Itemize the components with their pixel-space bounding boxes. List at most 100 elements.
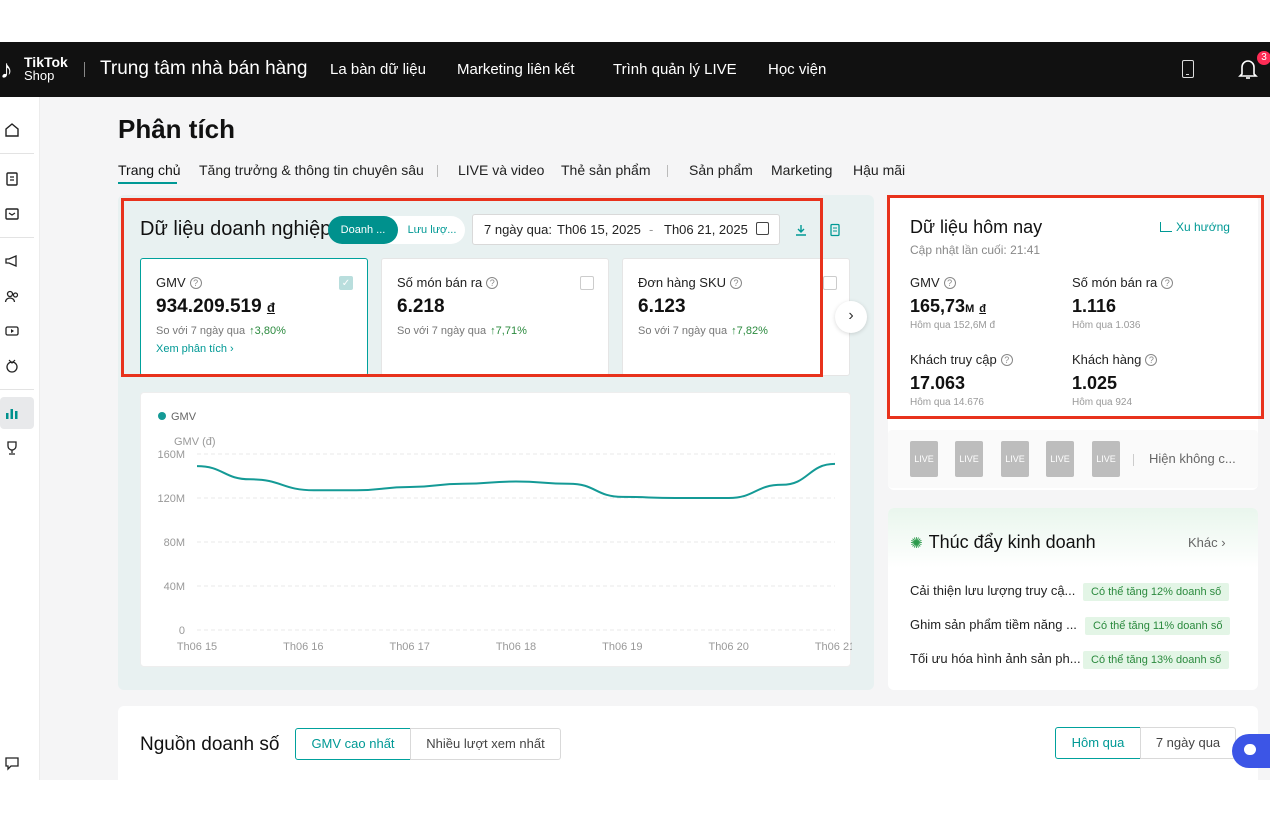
tab-after-sales[interactable]: Hậu mãi bbox=[853, 162, 905, 178]
y-tick-label: 120M bbox=[157, 493, 185, 505]
lightbulb-icon: ✺ bbox=[910, 535, 923, 552]
metric-checkbox-items-sold[interactable] bbox=[580, 276, 594, 290]
report-doc-icon[interactable] bbox=[828, 223, 842, 237]
no-live-text: Hiện không c... bbox=[1149, 451, 1236, 466]
today-metric-visitors[interactable]: Khách truy cập? 17.063 Hôm qua 14.676 bbox=[910, 352, 1013, 408]
tab-live-video[interactable]: LIVE và video bbox=[458, 162, 544, 178]
boost-chip: Có thể tăng 12% doanh số bbox=[1083, 583, 1230, 601]
segment-traffic[interactable]: Lưu lượ... bbox=[402, 216, 462, 244]
metric-compare: So với 7 ngày qua ↑3,80% bbox=[156, 325, 286, 337]
date-dash: - bbox=[649, 222, 654, 237]
metric-card-gmv[interactable]: GMV? ✓ 934.209.519 đ So với 7 ngày qua ↑3… bbox=[140, 258, 368, 376]
feedback-icon[interactable] bbox=[4, 755, 20, 771]
boost-more-link[interactable]: Khác › bbox=[1188, 535, 1226, 550]
calendar-icon bbox=[756, 222, 769, 235]
live-thumbnail-icon[interactable]: LIVE bbox=[955, 441, 983, 477]
date-range-picker[interactable]: 7 ngày qua: Th06 15, 2025 - Th06 21, 202… bbox=[472, 214, 780, 245]
top-navbar: ♪ TikTok Shop Trung tâm nhà bán hàng La … bbox=[0, 42, 1270, 97]
boost-item[interactable]: Ghim sản phẩm tiềm năng ... bbox=[910, 617, 1077, 632]
analytics-chart-icon[interactable] bbox=[4, 405, 20, 421]
help-icon[interactable]: ? bbox=[1145, 354, 1158, 366]
help-icon[interactable]: ? bbox=[1161, 277, 1174, 289]
x-tick-label: Th06 20 bbox=[708, 641, 748, 653]
y-axis-title: GMV (đ) bbox=[174, 436, 216, 448]
yesterday-button[interactable]: Hôm qua bbox=[1055, 727, 1141, 759]
nav-data-compass[interactable]: La bàn dữ liệu bbox=[330, 61, 426, 78]
tab-separator bbox=[437, 165, 438, 177]
boost-item[interactable]: Cải thiện lưu lượng truy cậ... bbox=[910, 583, 1075, 598]
metric-label: Đơn hàng SKU? bbox=[638, 275, 743, 290]
metric-card-items-sold[interactable]: Số món bán ra? 6.218 So với 7 ngày qua ↑7… bbox=[381, 258, 609, 376]
help-icon[interactable]: ? bbox=[486, 277, 499, 289]
metric-label: GMV? bbox=[156, 275, 202, 290]
products-box-icon[interactable] bbox=[4, 206, 20, 222]
sidebar-divider bbox=[0, 389, 34, 390]
sales-source-title: Nguồn doanh số bbox=[140, 734, 280, 755]
download-icon[interactable] bbox=[794, 223, 808, 237]
wallet-icon[interactable] bbox=[4, 358, 20, 374]
metric-type-toggle: Doanh ... Lưu lượ... bbox=[328, 216, 465, 244]
users-icon[interactable] bbox=[4, 289, 20, 305]
today-metric-customers[interactable]: Khách hàng? 1.025 Hôm qua 924 bbox=[1072, 352, 1158, 408]
nav-academy[interactable]: Học viện bbox=[768, 61, 826, 78]
today-title: Dữ liệu hôm nay bbox=[910, 217, 1043, 237]
view-analysis-link[interactable]: Xem phân tích › bbox=[156, 343, 234, 355]
help-icon[interactable]: ? bbox=[943, 277, 956, 289]
live-thumbnails-row: LIVE LIVE LIVE LIVE LIVE Hiện không c... bbox=[888, 430, 1258, 488]
tab-marketing[interactable]: Marketing bbox=[771, 162, 832, 178]
most-viewed-button[interactable]: Nhiều lượt xem nhất bbox=[410, 728, 561, 760]
divider bbox=[1133, 454, 1134, 466]
top-gmv-button[interactable]: GMV cao nhất bbox=[295, 728, 411, 760]
megaphone-icon[interactable] bbox=[4, 253, 20, 269]
orders-clipboard-icon[interactable] bbox=[4, 171, 20, 187]
tab-home[interactable]: Trang chủ bbox=[118, 162, 181, 178]
metric-card-sku-orders[interactable]: Đơn hàng SKU? 6.123 So với 7 ngày qua ↑7,… bbox=[622, 258, 850, 376]
help-icon[interactable]: ? bbox=[189, 277, 202, 289]
trend-chart-icon bbox=[1160, 222, 1172, 232]
x-tick-label: Th06 21 bbox=[815, 641, 852, 653]
bell-icon[interactable] bbox=[1238, 58, 1258, 80]
active-tab-indicator bbox=[118, 182, 177, 184]
logo-tiktok-text: TikTok bbox=[24, 54, 68, 70]
live-thumbnail-icon[interactable]: LIVE bbox=[1046, 441, 1074, 477]
nav-affiliate-marketing[interactable]: Marketing liên kết bbox=[457, 61, 575, 78]
live-thumbnail-icon[interactable]: LIVE bbox=[1092, 441, 1120, 477]
mobile-phone-icon[interactable] bbox=[1182, 60, 1194, 78]
legend-marker bbox=[158, 412, 166, 420]
tab-growth-insights[interactable]: Tăng trưởng & thông tin chuyên sâu bbox=[199, 162, 424, 178]
live-thumbnail-icon[interactable]: LIVE bbox=[1001, 441, 1029, 477]
tab-product-card[interactable]: Thẻ sản phẩm bbox=[561, 162, 651, 178]
x-tick-label: Th06 15 bbox=[177, 641, 217, 653]
trophy-icon[interactable] bbox=[4, 440, 20, 456]
tiktok-note-icon: ♪ bbox=[0, 54, 13, 84]
tab-products[interactable]: Sản phẩm bbox=[689, 162, 753, 178]
today-metric-items-sold[interactable]: Số món bán ra? 1.116 Hôm qua 1.036 bbox=[1072, 275, 1174, 331]
home-icon[interactable] bbox=[4, 122, 20, 138]
business-data-title: Dữ liệu doanh nghiệp bbox=[140, 218, 332, 240]
metric-checkbox-sku-orders[interactable] bbox=[823, 276, 837, 290]
left-sidebar bbox=[0, 97, 40, 780]
trend-link[interactable]: Xu hướng bbox=[1160, 220, 1230, 234]
brand-title[interactable]: Trung tâm nhà bán hàng bbox=[100, 58, 307, 80]
segment-revenue[interactable]: Doanh ... bbox=[328, 216, 398, 244]
live-thumbnail-icon[interactable]: LIVE bbox=[910, 441, 938, 477]
boost-item[interactable]: Tối ưu hóa hình ảnh sản ph... bbox=[910, 651, 1081, 666]
last-7-days-button[interactable]: 7 ngày qua bbox=[1140, 727, 1236, 759]
logo-shop-text: Shop bbox=[24, 68, 55, 83]
tiktok-shop-logo[interactable]: ♪ TikTok Shop bbox=[0, 54, 72, 84]
business-boost-panel: ✺ Thúc đẩy kinh doanh Khác › Cải thiện lư… bbox=[888, 508, 1258, 690]
nav-live-manager[interactable]: Trình quản lý LIVE bbox=[613, 61, 737, 78]
today-metric-gmv[interactable]: GMV? 165,73M đ Hôm qua 152,6M đ bbox=[910, 275, 995, 331]
video-icon[interactable] bbox=[4, 323, 20, 339]
metric-checkbox-gmv[interactable]: ✓ bbox=[339, 276, 353, 290]
x-tick-label: Th06 17 bbox=[389, 641, 429, 653]
help-icon[interactable]: ? bbox=[1000, 354, 1013, 366]
x-tick-label: Th06 16 bbox=[283, 641, 323, 653]
page-title: Phân tích bbox=[118, 114, 236, 144]
legend-label: GMV bbox=[171, 411, 197, 423]
chat-support-icon[interactable] bbox=[1232, 734, 1270, 768]
sidebar-divider bbox=[0, 237, 34, 238]
carousel-next-button[interactable]: › bbox=[835, 301, 867, 333]
help-icon[interactable]: ? bbox=[730, 277, 743, 289]
metric-label: Số món bán ra? bbox=[397, 275, 499, 290]
